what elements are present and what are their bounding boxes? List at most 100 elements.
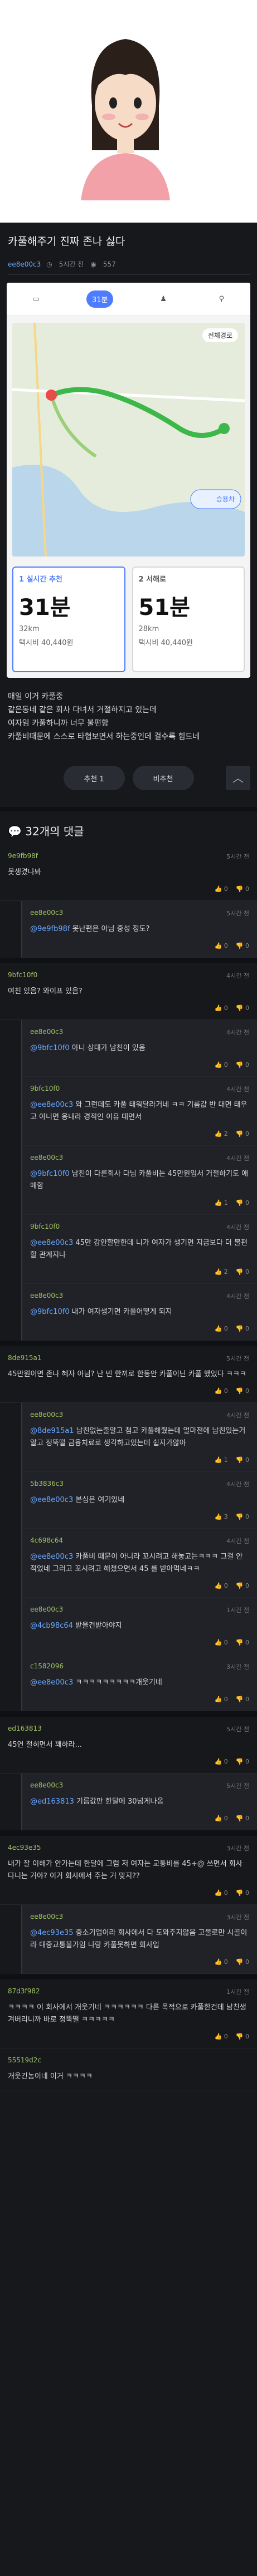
transport-tabs: ▭ 31분 ♟ ⚲ bbox=[7, 283, 250, 316]
comment-author[interactable]: 8de915a1 bbox=[8, 1354, 249, 1362]
full-route-button[interactable]: 전체경로 bbox=[202, 328, 238, 342]
dislike-button[interactable]: 👎 0 bbox=[236, 1758, 249, 1765]
dislike-button[interactable]: 👎 0 bbox=[236, 1130, 249, 1137]
comment-votes: 👍 0 👎 0 bbox=[8, 2033, 249, 2040]
comment-votes: 👍 2 👎 0 bbox=[30, 1268, 249, 1275]
vote-bar: 추천 1 비추천 ︿ bbox=[0, 766, 257, 790]
comment-author[interactable]: c1582096 bbox=[30, 1662, 249, 1670]
like-button[interactable]: 👍 1 bbox=[215, 1456, 228, 1464]
comment: 4ec93e35 3시간 전 내가 잘 이해가 안가는데 한달에 그럼 저 여자는 … bbox=[0, 1830, 257, 1905]
mention-link[interactable]: @9bfc10f0 bbox=[30, 1308, 72, 1316]
like-button[interactable]: 👍 0 bbox=[215, 1639, 228, 1646]
like-button[interactable]: 👍 2 bbox=[215, 1268, 228, 1275]
comment-author[interactable]: ee8e00c3 bbox=[30, 1913, 249, 1920]
comment-time: 4시간 전 bbox=[226, 1481, 249, 1488]
comment-author[interactable]: 9bfc10f0 bbox=[30, 1085, 249, 1092]
like-button[interactable]: 👍 0 bbox=[215, 1061, 228, 1068]
comment-time: 5시간 전 bbox=[226, 1726, 249, 1733]
mention-link[interactable]: @4cb98c64 bbox=[30, 1622, 75, 1630]
mention-link[interactable]: @9e9fb98f bbox=[30, 925, 72, 933]
dislike-button[interactable]: 👎 0 bbox=[236, 885, 249, 893]
mention-link[interactable]: @9bfc10f0 bbox=[30, 1044, 72, 1052]
downvote-button[interactable]: 비추천 bbox=[132, 766, 194, 790]
comment-author[interactable]: ee8e00c3 bbox=[30, 1411, 249, 1418]
dislike-button[interactable]: 👎 0 bbox=[236, 1639, 249, 1646]
like-button[interactable]: 👍 0 bbox=[215, 1958, 228, 1966]
like-button[interactable]: 👍 0 bbox=[215, 1004, 228, 1012]
comment-time: 4시간 전 bbox=[226, 1029, 249, 1036]
dislike-button[interactable]: 👎 0 bbox=[236, 942, 249, 949]
comment-text: 개웃긴놈이네 이거 ㅋㅋㅋㅋ bbox=[8, 2072, 93, 2081]
dislike-button[interactable]: 👎 0 bbox=[236, 1958, 249, 1966]
comment-author[interactable]: ee8e00c3 bbox=[30, 1781, 249, 1789]
mention-link[interactable]: @ee8e00c3 bbox=[30, 1496, 75, 1504]
like-button[interactable]: 👍 0 bbox=[215, 1325, 228, 1332]
dislike-button[interactable]: 👎 0 bbox=[236, 1199, 249, 1206]
comment-votes: 👍 0 👎 0 bbox=[30, 1958, 249, 1966]
comment-author[interactable]: 87d3f982 bbox=[8, 1987, 249, 1995]
comment-votes: 👍 0 👎 0 bbox=[30, 1325, 249, 1332]
mention-link[interactable]: @4ec93e35 bbox=[30, 1929, 76, 1937]
post-author[interactable]: ee8e00c3 bbox=[8, 260, 41, 268]
comment-author[interactable]: ee8e00c3 bbox=[30, 1605, 249, 1613]
dislike-button[interactable]: 👎 0 bbox=[236, 1268, 249, 1275]
dislike-button[interactable]: 👎 0 bbox=[236, 1004, 249, 1012]
like-button[interactable]: 👍 0 bbox=[215, 1696, 228, 1703]
mention-link[interactable]: @ee8e00c3 bbox=[30, 1101, 75, 1109]
dislike-button[interactable]: 👎 0 bbox=[236, 2033, 249, 2040]
dislike-button[interactable]: 👎 0 bbox=[236, 1696, 249, 1703]
comment-author[interactable]: 9e9fb98f bbox=[8, 852, 249, 860]
like-button[interactable]: 👍 0 bbox=[215, 1889, 228, 1897]
chevron-up-icon[interactable]: ︿ bbox=[226, 766, 250, 790]
comment-author[interactable]: ee8e00c3 bbox=[30, 1154, 249, 1161]
navigation-screenshot: ▭ 31분 ♟ ⚲ 전체경로 승용차 1 실시간 추천 31분 32km 택시비… bbox=[7, 283, 250, 678]
dislike-button[interactable]: 👎 0 bbox=[236, 1387, 249, 1395]
route-card-1[interactable]: 1 실시간 추천 31분 32km 택시비 40,440원 bbox=[12, 567, 125, 672]
comment-votes: 👍 0 👎 0 bbox=[30, 1061, 249, 1068]
post-area: 카풀해주기 진짜 존나 싫다 ee8e00c3 ◷ 5시간 전 ◉ 557 ▭ … bbox=[0, 223, 257, 2576]
route-card-2[interactable]: 2 서해로 51분 28km 택시비 40,440원 bbox=[132, 567, 245, 672]
like-button[interactable]: 👍 0 bbox=[215, 942, 228, 949]
dislike-button[interactable]: 👎 0 bbox=[236, 1456, 249, 1464]
mention-link[interactable]: @ed163813 bbox=[30, 1797, 76, 1806]
route-time: 31분 bbox=[19, 595, 71, 620]
comment-time: 4시간 전 bbox=[226, 1086, 249, 1093]
comment-author[interactable]: ed163813 bbox=[8, 1725, 249, 1732]
like-button[interactable]: 👍 3 bbox=[215, 1513, 228, 1520]
comment-time: 4시간 전 bbox=[226, 1293, 249, 1300]
body-line: 매일 이거 카풀중 bbox=[8, 692, 64, 701]
comment-author[interactable]: 5b3836c3 bbox=[30, 1480, 249, 1488]
mention-link[interactable]: @ee8e00c3 bbox=[30, 1553, 75, 1561]
dislike-button[interactable]: 👎 0 bbox=[236, 1325, 249, 1332]
dislike-button[interactable]: 👎 0 bbox=[236, 1582, 249, 1589]
like-button[interactable]: 👍 0 bbox=[215, 1387, 228, 1395]
like-button[interactable]: 👍 0 bbox=[215, 1582, 228, 1589]
comment-author[interactable]: 55519d2c bbox=[8, 2056, 249, 2064]
like-button[interactable]: 👍 1 bbox=[215, 1199, 228, 1206]
like-button[interactable]: 👍 2 bbox=[215, 1130, 228, 1137]
dislike-button[interactable]: 👎 0 bbox=[236, 1061, 249, 1068]
upvote-button[interactable]: 추천 1 bbox=[63, 766, 125, 790]
dislike-button[interactable]: 👎 0 bbox=[236, 1513, 249, 1520]
comment-text: @ee8e00c3 45만 감안할만한데 니가 여자가 생기면 지금보다 더 불… bbox=[30, 1239, 248, 1259]
dislike-button[interactable]: 👎 0 bbox=[236, 1815, 249, 1822]
vehicle-option[interactable]: 승용차 bbox=[216, 494, 235, 504]
like-button[interactable]: 👍 0 bbox=[215, 2033, 228, 2040]
mention-link[interactable]: @9bfc10f0 bbox=[30, 1170, 72, 1178]
comment-author[interactable]: ee8e00c3 bbox=[30, 1292, 249, 1299]
comment: ed163813 5시간 전 45연 절히면서 꽤하라... 👍 0 👎 0 bbox=[0, 1711, 257, 1774]
like-button[interactable]: 👍 0 bbox=[215, 1815, 228, 1822]
comment: 8de915a1 5시간 전 45만원이면 존나 혜자 아님? 난 빈 한끼로 한동… bbox=[0, 1341, 257, 1403]
comment-author[interactable]: 4ec93e35 bbox=[8, 1844, 249, 1851]
comment-author[interactable]: ee8e00c3 bbox=[30, 1028, 249, 1036]
like-button[interactable]: 👍 0 bbox=[215, 1758, 228, 1765]
comment-author[interactable]: 9bfc10f0 bbox=[8, 971, 249, 979]
comment-author[interactable]: 4c698c64 bbox=[30, 1536, 249, 1544]
comment-author[interactable]: 9bfc10f0 bbox=[30, 1223, 249, 1230]
dislike-button[interactable]: 👎 0 bbox=[236, 1889, 249, 1897]
comment-author[interactable]: ee8e00c3 bbox=[30, 909, 249, 917]
like-button[interactable]: 👍 0 bbox=[215, 885, 228, 893]
mention-link[interactable]: @8de915a1 bbox=[30, 1427, 76, 1435]
mention-link[interactable]: @ee8e00c3 bbox=[30, 1678, 75, 1687]
mention-link[interactable]: @ee8e00c3 bbox=[30, 1239, 75, 1247]
